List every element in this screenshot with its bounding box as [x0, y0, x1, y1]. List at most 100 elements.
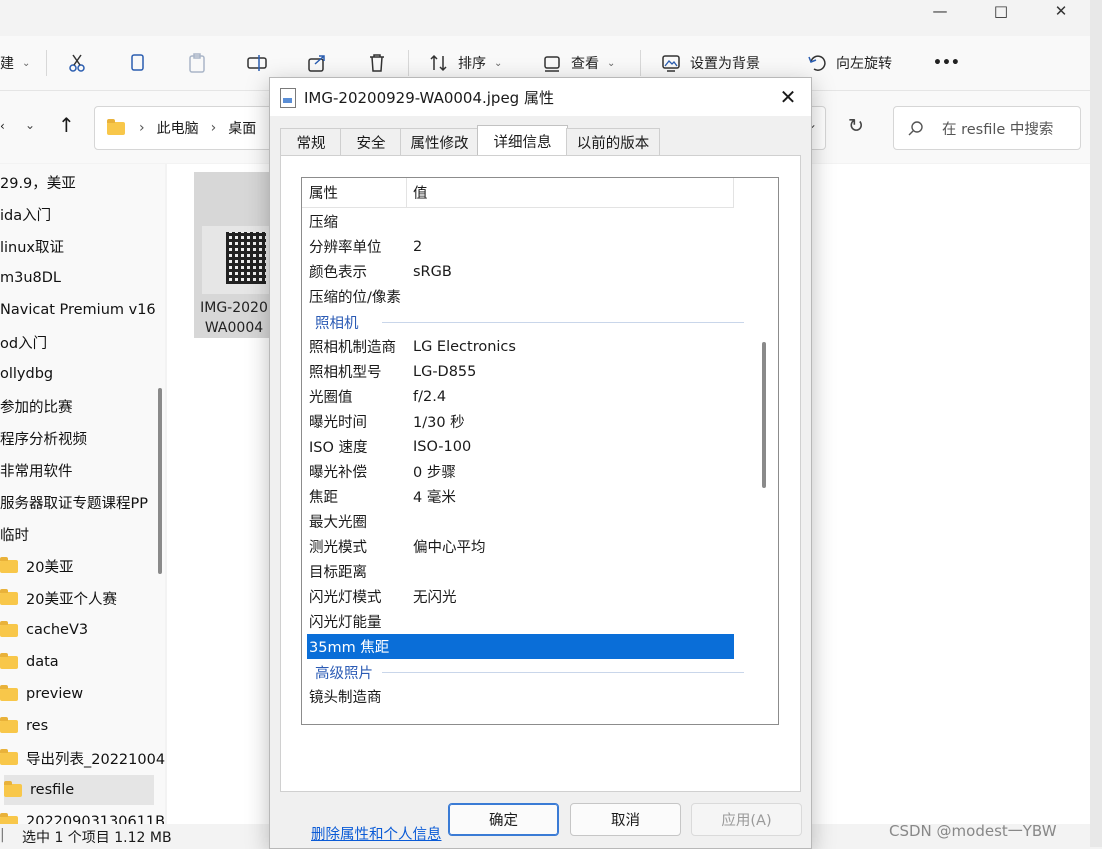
property-name: 焦距 [309, 490, 338, 506]
paste-icon [189, 53, 205, 73]
property-row[interactable]: 压缩的位/像素 [302, 284, 742, 309]
sidebar-item[interactable]: 29.9，美亚 [0, 167, 76, 197]
sidebar-item[interactable]: 参加的比赛 [0, 391, 73, 421]
tab-4[interactable]: 以前的版本 [566, 128, 660, 155]
wallpaper-icon [662, 55, 680, 72]
sidebar-item[interactable]: 临时 [0, 519, 29, 549]
column-header-value[interactable]: 值 [413, 178, 428, 207]
close-window-button[interactable]: ✕ [1038, 0, 1084, 22]
up-arrow-icon[interactable]: ↑ [58, 113, 75, 137]
sidebar-item[interactable]: m3u8DL [0, 263, 61, 293]
remove-properties-link[interactable]: 删除属性和个人信息 [311, 823, 442, 844]
folder-icon [0, 652, 18, 669]
property-row[interactable]: 曝光时间 1/30 秒 [302, 409, 742, 434]
tab-1[interactable]: 安全 [340, 128, 402, 155]
sidebar-item-label: 20220903130611B [26, 814, 165, 824]
more-options-button[interactable]: ••• [933, 48, 960, 78]
tab-0[interactable]: 常规 [280, 128, 342, 155]
new-button[interactable]: 建 ⌄ [0, 48, 30, 78]
sidebar-item-label: linux取证 [0, 239, 65, 256]
property-row[interactable]: 闪光灯能量 [302, 609, 742, 634]
property-value: LG-D855 [413, 363, 477, 380]
property-row[interactable]: 目标距离 [302, 559, 742, 584]
delete-button[interactable] [366, 48, 388, 78]
sidebar-item[interactable]: 导出列表_20221004 [0, 743, 165, 773]
toolbar-divider [46, 50, 47, 76]
sidebar-item[interactable]: cacheV3 [0, 615, 88, 645]
property-name: 最大光圈 [309, 515, 367, 531]
property-row[interactable]: 照相机制造商 LG Electronics [302, 334, 742, 359]
breadcrumb-item[interactable]: 桌面 [228, 118, 256, 138]
tab-3[interactable]: 详细信息 [477, 125, 568, 156]
column-header-property[interactable]: 属性 [309, 178, 338, 207]
apply-button[interactable]: 应用(A) [691, 803, 802, 836]
sidebar-item[interactable]: 程序分析视频 [0, 423, 87, 453]
property-name: ISO 速度 [309, 440, 368, 456]
maximize-button[interactable]: □ [978, 0, 1024, 22]
sidebar-item[interactable]: Navicat Premium v16 [0, 295, 156, 325]
property-row[interactable]: 光圈值 f/2.4 [302, 384, 742, 409]
property-row[interactable]: 曝光补偿 0 步骤 [302, 459, 742, 484]
sidebar-item[interactable]: ida入门 [0, 199, 51, 229]
sidebar-item[interactable]: 20美亚 [0, 551, 73, 581]
property-row[interactable]: 焦距 4 毫米 [302, 484, 742, 509]
property-row[interactable]: 颜色表示 sRGB [302, 259, 742, 284]
ok-button[interactable]: 确定 [448, 803, 559, 836]
property-row[interactable]: 照相机型号 LG-D855 [302, 359, 742, 384]
tab-2[interactable]: 属性修改 [400, 128, 479, 155]
property-row[interactable]: ISO 速度 ISO-100 [302, 434, 742, 459]
copy-button[interactable] [126, 48, 148, 78]
rotate-left-button[interactable]: 向左旋转 [806, 48, 892, 78]
details-panel: 属性 值 压缩 分辨率单位 2 颜色表示 sRGB 压缩的位/像素 照相机 照相机制造商 LG … [280, 155, 801, 843]
sidebar-item[interactable]: res [0, 711, 48, 741]
close-icon[interactable]: ✕ [775, 84, 801, 110]
sidebar-item[interactable]: 20美亚个人赛 [0, 583, 117, 613]
back-arrow-icon[interactable]: ‹ [0, 119, 5, 133]
share-icon [308, 55, 325, 72]
rename-button[interactable] [246, 48, 268, 78]
sidebar-item[interactable]: ollydbg [0, 359, 53, 389]
set-background-label: 设置为背景 [690, 56, 760, 72]
sidebar-item[interactable]: 20220903130611B [0, 807, 165, 824]
sidebar-item[interactable]: 服务器取证专题课程PP [0, 487, 148, 517]
refresh-icon[interactable]: ↻ [848, 115, 864, 137]
recent-chevron-icon[interactable]: ⌄ [25, 118, 35, 132]
sidebar-item[interactable]: 非常用软件 [0, 455, 73, 485]
property-row[interactable]: 最大光圈 [302, 509, 742, 534]
sidebar-item[interactable]: preview [0, 679, 83, 709]
sort-button[interactable]: 排序 ⌄ [428, 48, 502, 78]
sidebar-scrollbar[interactable] [158, 388, 162, 574]
property-name: 压缩的位/像素 [309, 290, 401, 306]
breadcrumb-item[interactable]: 此电脑 [157, 118, 199, 138]
file-item-selected[interactable]: IMG-2020 WA0004 [194, 172, 274, 338]
property-row[interactable]: 镜头制造商 [302, 684, 742, 709]
property-row[interactable]: 分辨率单位 2 [302, 234, 742, 259]
group-divider [382, 672, 744, 673]
sidebar-item[interactable]: od入门 [0, 327, 47, 357]
property-list-scrollbar[interactable] [762, 342, 766, 488]
share-button[interactable] [306, 48, 328, 78]
sidebar-item-label: ida入门 [0, 207, 52, 224]
sidebar-item-label: cacheV3 [26, 622, 89, 638]
column-divider[interactable] [406, 178, 407, 207]
search-box[interactable]: 在 resfile 中搜索 [893, 106, 1081, 150]
paste-button[interactable] [186, 48, 208, 78]
rename-icon [247, 55, 267, 71]
property-row[interactable]: 压缩 [302, 209, 742, 234]
folder-icon [0, 588, 18, 605]
property-row[interactable]: 35mm 焦距 [307, 634, 734, 659]
property-name: 光圈值 [309, 390, 353, 406]
set-background-button[interactable]: 设置为背景 [660, 48, 760, 78]
sidebar-item[interactable]: resfile [4, 775, 154, 805]
property-list[interactable]: 属性 值 压缩 分辨率单位 2 颜色表示 sRGB 压缩的位/像素 照相机 照相机制造商 LG … [301, 177, 779, 725]
property-row[interactable]: 闪光灯模式 无闪光 [302, 584, 742, 609]
property-name: 颜色表示 [309, 265, 367, 281]
view-button[interactable]: 查看 ⌄ [541, 48, 615, 78]
cancel-button[interactable]: 取消 [570, 803, 681, 836]
column-divider[interactable] [733, 178, 734, 207]
sidebar-item[interactable]: linux取证 [0, 231, 64, 261]
property-row[interactable]: 测光模式 偏中心平均 [302, 534, 742, 559]
minimize-button[interactable]: — [917, 0, 963, 22]
sidebar-item[interactable]: data [0, 647, 59, 677]
cut-button[interactable] [66, 48, 88, 78]
